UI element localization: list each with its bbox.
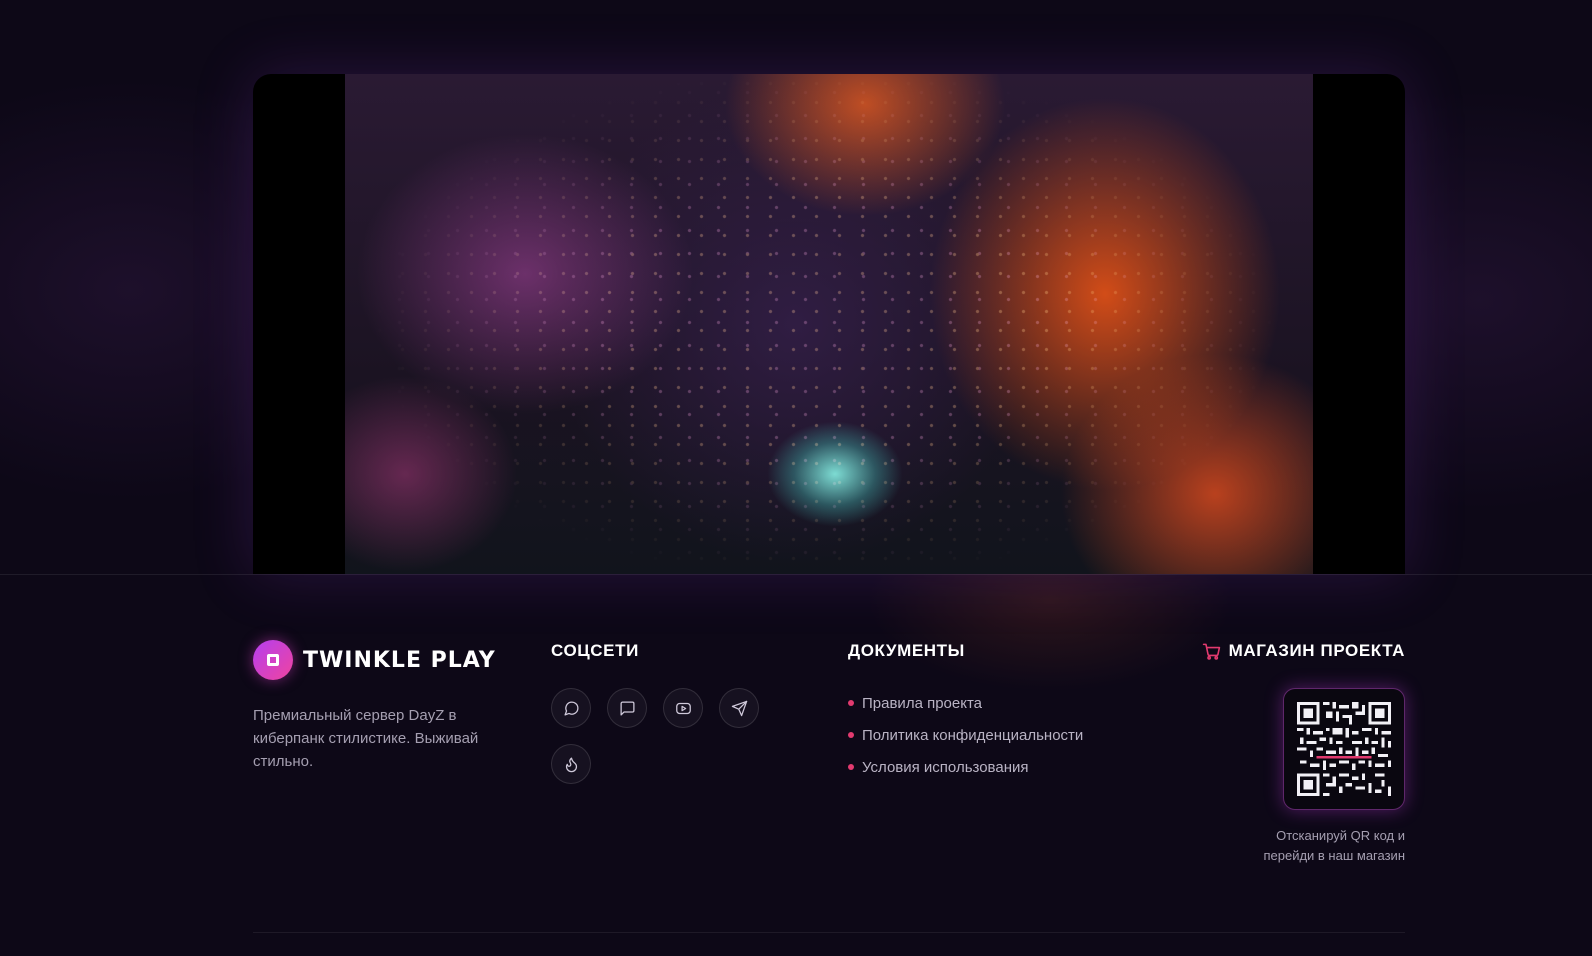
youtube-icon bbox=[675, 702, 691, 714]
brand-name: TWINKLE PLAY bbox=[303, 647, 496, 673]
document-link-terms[interactable]: Условия использования bbox=[848, 751, 1083, 783]
social-links bbox=[551, 688, 781, 784]
social-youtube-button[interactable] bbox=[663, 688, 703, 728]
social-chat-button[interactable] bbox=[551, 688, 591, 728]
message-square-icon bbox=[619, 700, 635, 716]
section-divider bbox=[0, 574, 1592, 575]
document-label: Политика конфиденциальности bbox=[862, 726, 1084, 744]
social-title: СОЦСЕТИ bbox=[551, 641, 639, 660]
brand-logo-link[interactable]: TWINKLE PLAY bbox=[253, 640, 496, 680]
shop-title: МАГАЗИН ПРОЕКТА bbox=[1202, 641, 1405, 661]
documents-title: ДОКУМЕНТЫ bbox=[848, 641, 965, 660]
documents-list: Правила проекта Политика конфиденциально… bbox=[848, 687, 1083, 783]
document-label: Правила проекта bbox=[862, 694, 982, 712]
bullet-dot bbox=[848, 764, 854, 770]
shop-title-text: МАГАЗИН ПРОЕКТА bbox=[1228, 641, 1405, 660]
flame-icon bbox=[565, 756, 577, 772]
brand-logo-icon bbox=[253, 640, 293, 680]
document-link-rules[interactable]: Правила проекта bbox=[848, 687, 1083, 719]
city-lights bbox=[345, 74, 1313, 574]
shopping-cart-icon bbox=[1202, 643, 1220, 660]
qr-caption: Отсканируй QR код и перейди в наш магази… bbox=[1263, 828, 1405, 863]
chat-bubble-icon bbox=[563, 701, 579, 716]
qr-code-icon bbox=[1297, 702, 1391, 796]
social-message-button[interactable] bbox=[607, 688, 647, 728]
telegram-icon bbox=[731, 700, 747, 716]
shop-qr-code[interactable] bbox=[1283, 688, 1405, 810]
document-link-privacy[interactable]: Политика конфиденциальности bbox=[848, 719, 1083, 751]
brand-description: Премиальный сервер DayZ в киберпанк стил… bbox=[253, 707, 479, 770]
social-telegram-button[interactable] bbox=[719, 688, 759, 728]
hero-video[interactable] bbox=[253, 74, 1405, 574]
video-frame-image bbox=[345, 74, 1313, 574]
bullet-dot bbox=[848, 700, 854, 706]
social-flame-button[interactable] bbox=[551, 744, 591, 784]
document-label: Условия использования bbox=[862, 758, 1029, 776]
footer-divider bbox=[253, 932, 1405, 933]
bullet-dot bbox=[848, 732, 854, 738]
